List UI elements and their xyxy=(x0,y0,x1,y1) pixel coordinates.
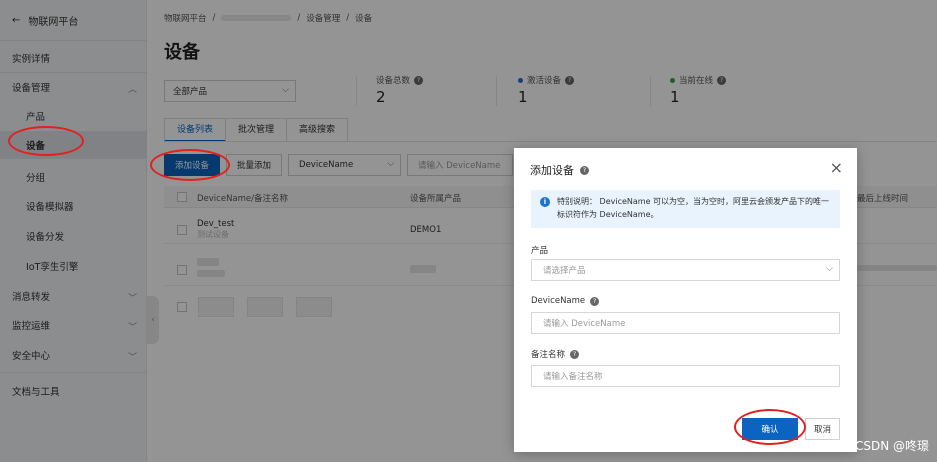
highlight-ring-add-device xyxy=(150,149,230,181)
devicename-field-label: DeviceName ? xyxy=(531,296,600,306)
label-text: 备注名称 xyxy=(531,350,566,360)
product-field-label: 产品 xyxy=(531,244,548,256)
close-icon[interactable]: × xyxy=(830,158,843,177)
highlight-ring-confirm xyxy=(734,409,806,445)
label-text: DeviceName xyxy=(531,296,586,306)
highlight-ring-sidebar-device xyxy=(8,126,84,156)
help-icon[interactable]: ? xyxy=(580,165,589,175)
dialog-title: 添加设备 ? xyxy=(530,162,589,178)
product-select[interactable]: 请选择产品 ⌵ xyxy=(531,259,840,281)
notice-text: 特别说明： DeviceName 可以为空，当为空时，阿里云会颁发产品下的唯一标… xyxy=(557,197,830,219)
help-icon[interactable]: ? xyxy=(590,296,600,306)
devicename-input[interactable]: 请输入 DeviceName xyxy=(531,312,840,334)
note-field-label: 备注名称 ? xyxy=(531,348,580,360)
watermark: CSDN @咚璟 xyxy=(854,439,929,453)
cancel-button[interactable]: 取消 xyxy=(805,418,840,440)
note-name-input[interactable]: 请输入备注名称 xyxy=(531,365,840,387)
notice-banner: i 特别说明： DeviceName 可以为空，当为空时，阿里云会颁发产品下的唯… xyxy=(531,190,840,228)
product-placeholder: 请选择产品 xyxy=(543,266,586,276)
chevron-down-icon: ⌵ xyxy=(826,264,833,274)
dialog-title-text: 添加设备 xyxy=(530,164,574,177)
help-icon[interactable]: ? xyxy=(570,349,580,359)
add-device-dialog: 添加设备 ? × i 特别说明： DeviceName 可以为空，当为空时，阿里… xyxy=(514,148,857,452)
info-icon: i xyxy=(540,197,550,207)
label-text: 产品 xyxy=(531,246,549,256)
